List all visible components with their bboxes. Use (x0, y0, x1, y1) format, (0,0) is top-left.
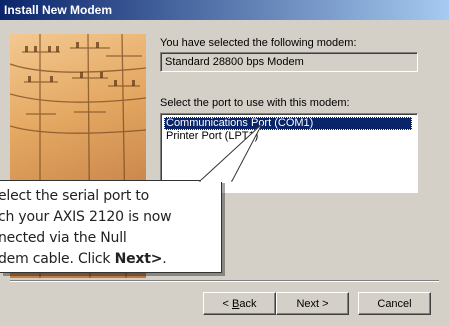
button-separator (10, 280, 439, 282)
callout-line-3: nected via the Null (0, 230, 127, 246)
callout-line-1: elect the serial port to (0, 188, 150, 204)
port-option-lpt1[interactable]: Printer Port (LPT1) (164, 130, 412, 143)
callout-line-4-text: dem cable. Click (0, 251, 115, 267)
callout-period: . (162, 251, 167, 267)
instruction-callout: elect the serial port to ch your AXIS 21… (0, 180, 222, 273)
back-arrow-text: < (222, 297, 232, 310)
window-title: Install New Modem (4, 3, 113, 17)
cancel-button[interactable]: Cancel (358, 292, 431, 315)
port-option-com1[interactable]: Communications Port (COM1) (164, 117, 412, 130)
install-modem-dialog: Install New Modem You have selected the … (0, 0, 449, 326)
callout-line-2: ch your AXIS 2120 is now (0, 209, 172, 225)
back-label-rest: ack (239, 297, 257, 310)
next-button[interactable]: Next > (276, 292, 349, 315)
selected-modem-label: You have selected the following modem: (160, 37, 357, 49)
back-button[interactable]: < Back (203, 292, 276, 315)
title-bar[interactable]: Install New Modem (0, 0, 449, 20)
callout-next-emphasis: Next> (114, 251, 163, 267)
modem-name-field: Standard 28800 bps Modem (160, 52, 418, 72)
callout-line-4: dem cable. Click Next>. (0, 251, 167, 267)
port-select-label: Select the port to use with this modem: (160, 97, 350, 109)
modem-name: Standard 28800 bps Modem (165, 56, 304, 68)
